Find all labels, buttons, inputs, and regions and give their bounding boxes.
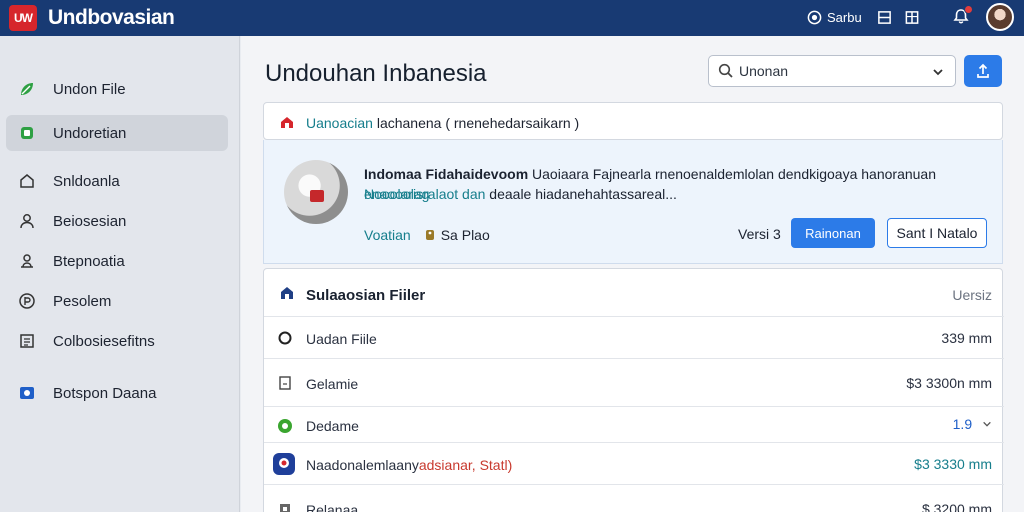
row-value: $ 3200 mm	[921, 501, 992, 512]
user-icon	[18, 212, 36, 230]
featured-description-line1: Uaoiaara Fajnearla rnenoenaldemlolan den…	[532, 166, 936, 182]
table-row[interactable]: Relanaa $ 3200 mm	[264, 485, 1004, 512]
file-list-column-header[interactable]: Uersiz	[952, 287, 992, 303]
row-label-group: Naadonalemlaanyadsianar, Statl)	[306, 457, 512, 473]
table-row[interactable]: Dedame 1.9	[264, 407, 1004, 443]
sidebar-item-label: Colbosiesefitns	[53, 332, 155, 350]
notification-bell-icon[interactable]	[952, 5, 973, 25]
featured-meta-text: Sa Plao	[440, 227, 490, 243]
upload-button[interactable]	[964, 55, 1002, 87]
app-logo[interactable]: UW	[9, 5, 37, 31]
sidebar-item-label: Pesolem	[53, 292, 112, 310]
featured-version: Versi 3	[738, 226, 781, 242]
row-value: $3 3300n mm	[906, 375, 992, 391]
main-content: Undouhan Inbanesia Uanoacian lachanena (…	[241, 36, 1024, 512]
row-label: Dedame	[306, 418, 359, 434]
document-icon	[276, 374, 294, 392]
section-header-teal: Uanoacian	[306, 115, 373, 131]
green-badge-icon	[276, 417, 294, 435]
featured-meta: Voatian Sa Plao	[364, 226, 490, 244]
leaf-icon	[18, 80, 36, 98]
row-label-red: adsianar, Statl)	[418, 457, 513, 473]
sidebar-item-colbosiesefitns[interactable]: Colbosiesefitns	[6, 323, 228, 359]
chevron-down-icon[interactable]	[929, 63, 947, 81]
sidebar-item-label: Botspon Daana	[53, 384, 157, 402]
row-value: 339 mm	[941, 330, 992, 346]
users-icon	[18, 252, 36, 270]
columns-icon[interactable]	[903, 8, 921, 26]
table-row[interactable]: Gelamie $3 3300n mm	[264, 359, 1004, 407]
sidebar-item-pesolem[interactable]: Pesolem	[6, 283, 228, 319]
sidebar-item-label: Beiosesian	[53, 212, 127, 230]
upload-icon	[974, 62, 992, 80]
file-list-card: Sulaaosian Fiiler Uersiz Uadan Fiile 339…	[263, 268, 1004, 512]
home-icon	[18, 172, 36, 190]
list-icon	[18, 332, 36, 350]
grid-view-icon[interactable]	[875, 8, 893, 26]
table-row[interactable]: Naadonalemlaanyadsianar, Statl) $3 3330 …	[264, 443, 1004, 485]
featured-title: Indomaa Fidahaidevoom	[364, 166, 529, 182]
house-icon	[278, 113, 296, 131]
featured-description-line2: deaale hiadanehahtassareal...	[489, 186, 677, 202]
section-header-label: lachanena	[376, 115, 442, 131]
sidebar-item-undoretian[interactable]: Undoretian	[6, 115, 228, 151]
sidebar-item-label: Undon File	[53, 80, 126, 98]
section-header-paren: ( rnenehedarsaikarn )	[445, 115, 580, 131]
featured-item-panel: Indomaa Fidahaidevoom Uaoiaara Fajnearla…	[263, 140, 1003, 264]
sarbu-button[interactable]: Sarbu	[805, 8, 862, 26]
sidebar-item-btepnoatia[interactable]: Btepnoatia	[6, 243, 228, 279]
secondary-action-button[interactable]: Sant I Natalo	[887, 218, 987, 248]
featured-description-teal-2: Nooolarisralaot dan	[364, 186, 486, 202]
row-value: $3 3330 mm	[914, 456, 992, 472]
sidebar-item-label: Undoretian	[53, 124, 127, 142]
user-avatar[interactable]	[986, 3, 1014, 31]
tag-icon	[421, 226, 439, 244]
row-label: Uadan Fiile	[306, 331, 377, 347]
row-label: Gelamie	[306, 376, 359, 392]
sidebar-item-snldoanla[interactable]: Snldoanla	[6, 163, 228, 199]
currency-icon	[18, 292, 36, 310]
sidebar-item-undon-file[interactable]: Undon File	[6, 71, 228, 107]
search-input[interactable]	[739, 63, 919, 79]
chevron-down-icon	[983, 421, 991, 427]
section-header-card: Uanoacian lachanena ( rnenehedarsaikarn …	[263, 102, 1003, 140]
sidebar-item-botspon-daana[interactable]: Botspon Daana	[6, 375, 228, 411]
file-list-header: Sulaaosian Fiiler Uersiz	[264, 269, 1004, 317]
row-label: Relanaa	[306, 502, 359, 512]
row-label: Naadonalemlaany	[306, 457, 419, 473]
notification-badge	[964, 5, 973, 14]
section-header-text: Uanoacian lachanena ( rnenehedarsaikarn …	[306, 115, 579, 131]
row-value-dropdown[interactable]: 1.9	[953, 416, 992, 432]
circle-icon	[276, 329, 294, 347]
sidebar-item-label: Snldoanla	[53, 172, 120, 190]
app-title: Undbovasian	[48, 6, 175, 29]
app-badge-icon	[272, 452, 296, 476]
page-title: Undouhan Inbanesia	[265, 60, 487, 87]
primary-action-button[interactable]: Rainonan	[791, 218, 875, 248]
building-icon	[278, 284, 296, 302]
search-field[interactable]	[708, 55, 956, 87]
folder-icon	[18, 384, 36, 402]
app-icon	[18, 124, 36, 142]
file-icon	[276, 500, 294, 512]
table-row[interactable]: Uadan Fiile 339 mm	[264, 317, 1004, 359]
search-icon	[717, 62, 735, 80]
sidebar-item-beiosesian[interactable]: Beiosesian	[6, 203, 228, 239]
file-list-title: Sulaaosian Fiiler	[306, 287, 426, 304]
sidebar: Undon File Undoretian Snldoanla Beiosesi…	[0, 36, 240, 512]
row-value: 1.9	[952, 416, 973, 432]
featured-meta-link[interactable]: Voatian	[364, 227, 411, 243]
sarbu-label: Sarbu	[827, 9, 862, 25]
record-icon	[805, 8, 823, 26]
featured-thumbnail	[284, 160, 348, 224]
top-bar: UW Undbovasian Sarbu	[0, 0, 1024, 36]
sidebar-item-label: Btepnoatia	[53, 252, 125, 270]
